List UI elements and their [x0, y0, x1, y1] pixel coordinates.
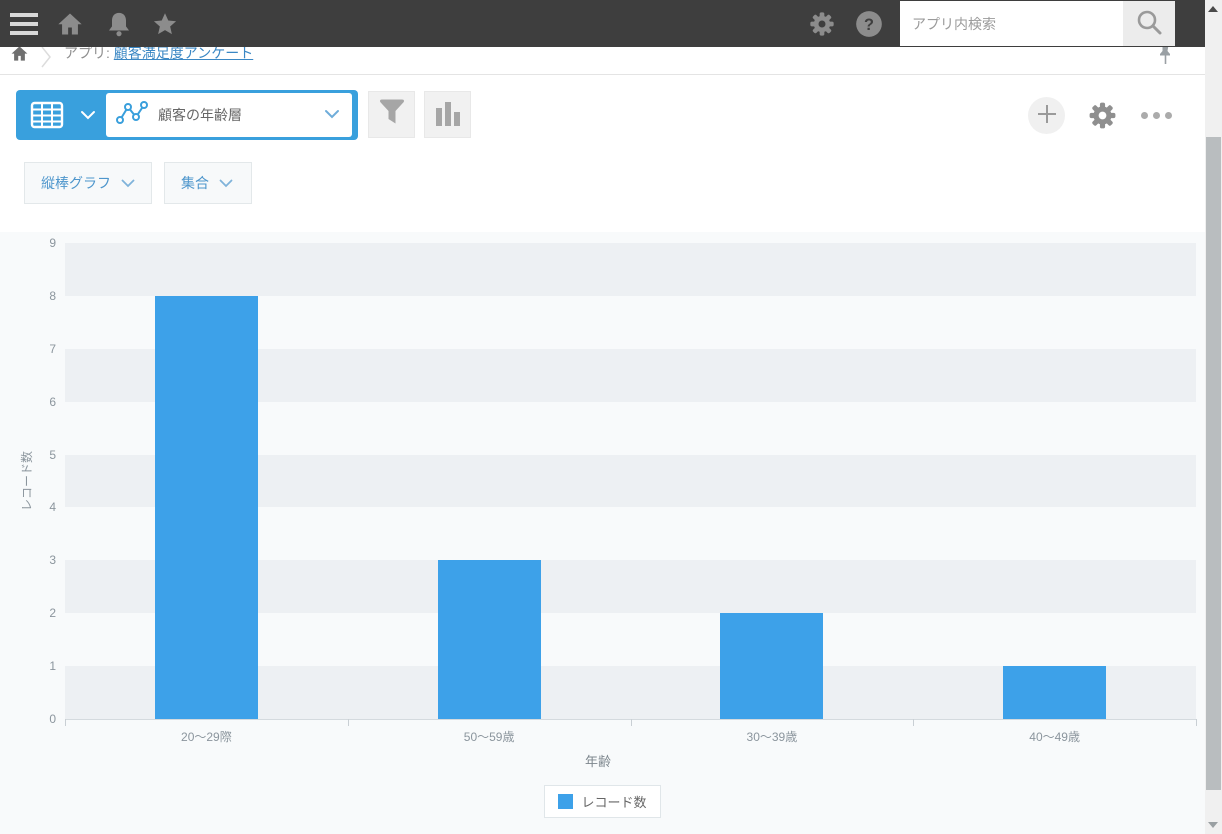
- bar-chart-icon: [435, 99, 461, 130]
- y-tick-label: 1: [49, 659, 56, 674]
- x-tick: [65, 719, 66, 726]
- search-input[interactable]: [900, 1, 1123, 46]
- kintone-app-page: ? アプリ: 顧客満足度アンケート: [0, 0, 1222, 834]
- bar-40〜49歳[interactable]: [1003, 666, 1107, 719]
- y-axis-title: レコード数: [20, 451, 34, 512]
- legend-label: レコード数: [581, 795, 647, 810]
- y-tick-label: 9: [49, 236, 56, 250]
- view-dropdown-chevron-icon[interactable]: [80, 110, 96, 120]
- legend-item[interactable]: レコード数: [544, 785, 661, 818]
- add-record-button[interactable]: [1028, 97, 1065, 134]
- breadcrumb: アプリ: 顧客満足度アンケート: [0, 47, 1205, 75]
- bell-icon[interactable]: [105, 10, 133, 38]
- chevron-down-icon: [324, 106, 340, 124]
- aggregation-dropdown[interactable]: 集合: [164, 162, 252, 204]
- y-tick-label: 5: [49, 447, 56, 462]
- pin-icon[interactable]: [1158, 47, 1173, 71]
- chart-view-select[interactable]: 顧客の年齢層: [106, 93, 352, 137]
- legend-swatch: [558, 794, 574, 809]
- home-icon[interactable]: [56, 10, 84, 38]
- global-topbar: ?: [0, 0, 1205, 47]
- bar-20〜29際[interactable]: [154, 295, 258, 719]
- gear-icon: [1087, 102, 1118, 134]
- search-button[interactable]: [1123, 1, 1175, 46]
- x-tick: [347, 719, 349, 726]
- x-tick-label: 30〜39歳: [746, 730, 798, 744]
- breadcrumb-prefix: アプリ:: [64, 47, 110, 61]
- legend-row: レコード数: [0, 785, 1205, 818]
- y-tick-label: 4: [49, 500, 56, 515]
- scrollbar-thumb[interactable]: [1206, 137, 1221, 790]
- vertical-scrollbar[interactable]: [1205, 0, 1222, 834]
- y-tick-label: 7: [49, 341, 56, 356]
- ellipsis-icon: [1141, 112, 1172, 119]
- app-settings-button[interactable]: [1087, 100, 1118, 131]
- app-toolbar: 顧客の年齢層 縦棒グラフ 集合: [0, 75, 1205, 232]
- breadcrumb-home-icon[interactable]: [10, 47, 29, 68]
- x-tick-label: 20〜29際: [181, 730, 232, 744]
- chevron-right-icon: [38, 47, 54, 74]
- bar-chart: レコード数 0 1 2 3 4 5 6 7 8 9 20〜29際 50〜59歳 30〜39歳 40〜49…: [0, 232, 1205, 834]
- chart-type-button[interactable]: [424, 91, 471, 138]
- x-tick-label: 50〜59歳: [463, 730, 515, 744]
- y-tick-label: 0: [49, 712, 56, 726]
- filter-icon: [378, 98, 406, 131]
- x-tick-label: 40〜49歳: [1029, 730, 1080, 744]
- aggregation-dropdown-label: 集合: [181, 175, 209, 191]
- hamburger-menu-icon[interactable]: [10, 13, 38, 35]
- scroll-down-arrow-icon[interactable]: [1208, 822, 1218, 828]
- search-icon: [1135, 8, 1163, 39]
- chevron-down-icon: [219, 175, 233, 191]
- help-icon[interactable]: ?: [855, 10, 883, 38]
- scroll-up-arrow-icon[interactable]: [1208, 6, 1218, 12]
- chart-type-dropdown[interactable]: 縦棒グラフ: [24, 162, 152, 204]
- table-view-icon[interactable]: [30, 101, 64, 129]
- bar-30〜39歳[interactable]: [720, 613, 824, 719]
- svg-text:?: ?: [864, 16, 874, 34]
- x-tick: [913, 719, 915, 726]
- plot-area: [65, 243, 1196, 719]
- filter-button[interactable]: [368, 91, 415, 138]
- gear-icon[interactable]: [808, 10, 836, 38]
- line-chart-icon: [116, 100, 148, 131]
- y-tick-label: 6: [49, 394, 56, 409]
- breadcrumb-app-link[interactable]: 顧客満足度アンケート: [114, 47, 253, 61]
- chevron-down-icon: [121, 175, 135, 191]
- x-tick: [630, 719, 632, 726]
- chart-view-label: 顧客の年齢層: [158, 107, 242, 123]
- x-axis-title: 年齢: [584, 754, 611, 769]
- x-tick: [1196, 719, 1197, 726]
- bar-50〜59歳[interactable]: [437, 560, 541, 719]
- y-tick-label: 8: [49, 288, 56, 303]
- view-selector: 顧客の年齢層: [16, 90, 358, 140]
- star-icon[interactable]: [151, 10, 179, 38]
- y-tick-label: 2: [49, 606, 56, 621]
- grid-band: [65, 243, 1196, 296]
- plus-icon: [1037, 104, 1057, 127]
- chart-type-dropdown-label: 縦棒グラフ: [41, 175, 111, 191]
- y-tick-label: 3: [49, 553, 56, 568]
- more-options-button[interactable]: [1140, 100, 1174, 131]
